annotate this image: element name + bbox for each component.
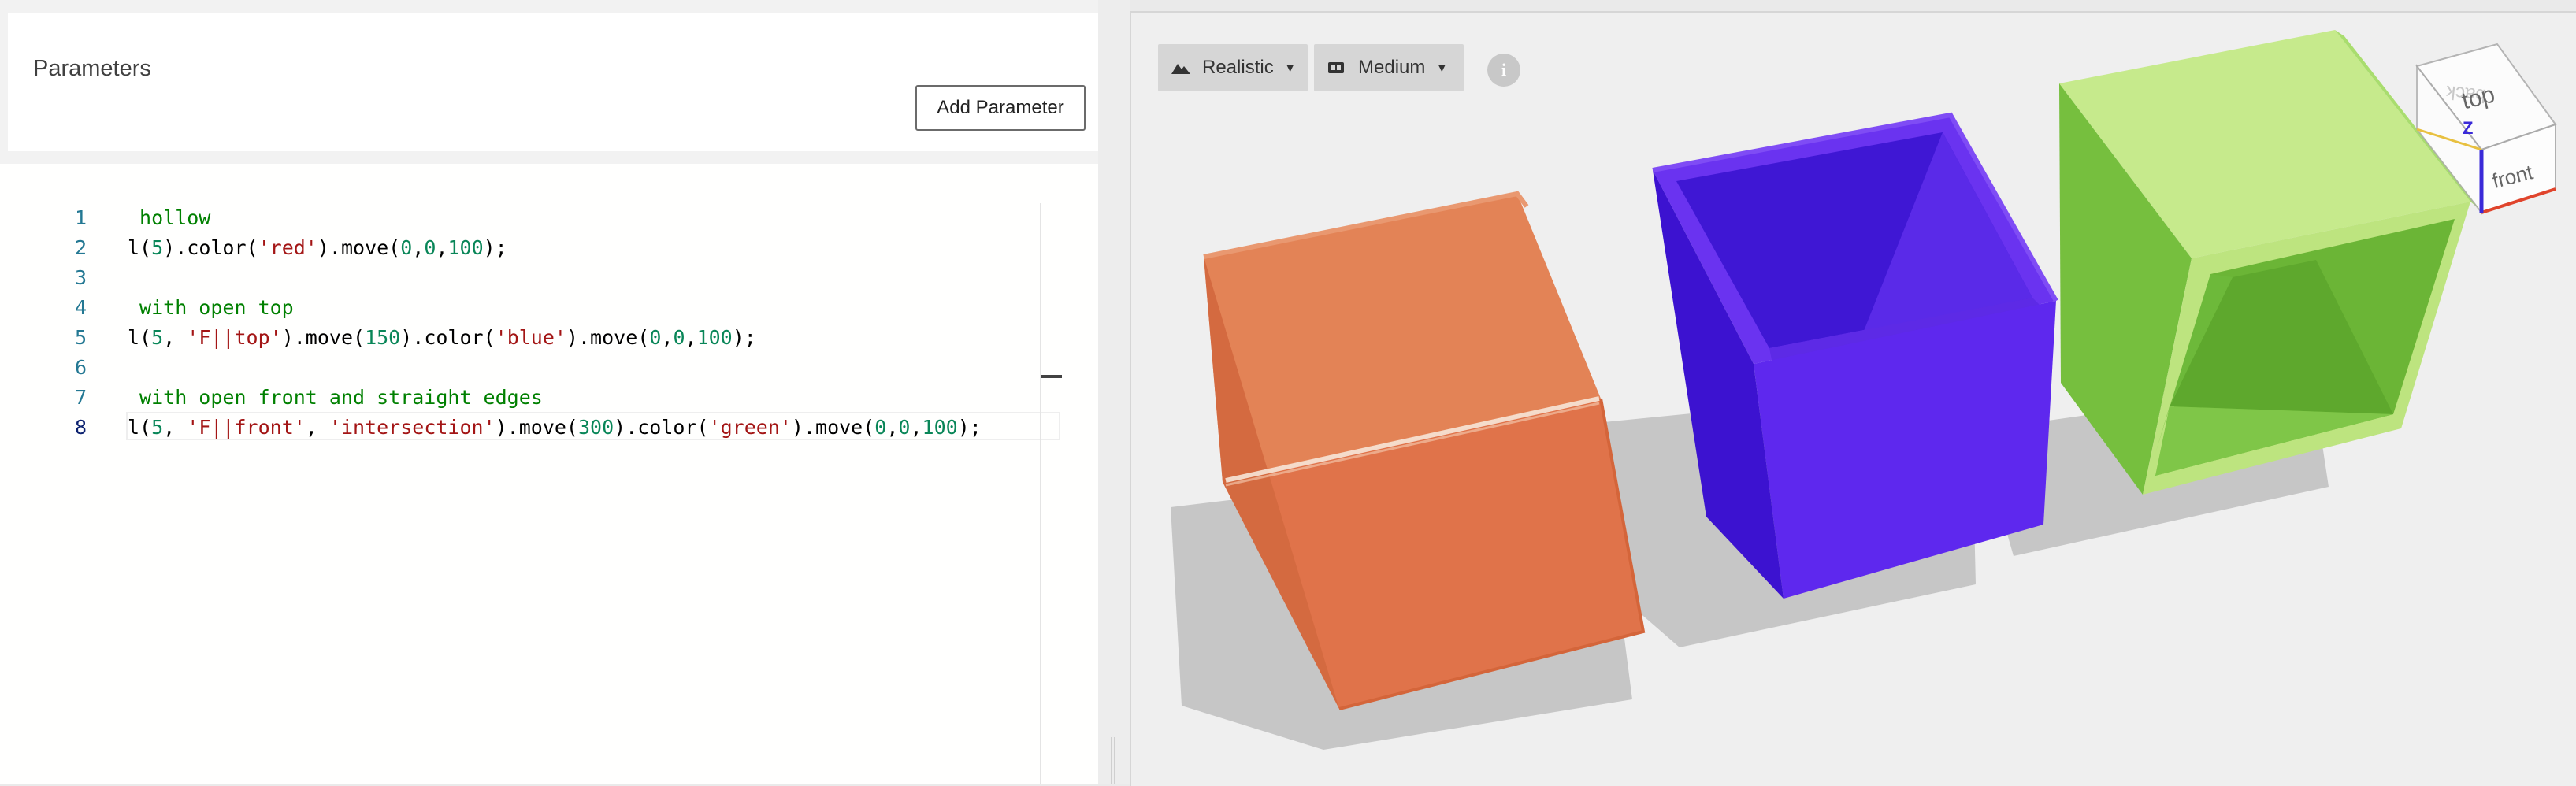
- code-line[interactable]: 3: [0, 263, 1098, 293]
- line-number: 5: [74, 326, 87, 349]
- code-token: 'F||top': [187, 326, 282, 349]
- code-token: ).color(: [163, 236, 258, 259]
- code-token: );: [732, 326, 756, 349]
- line-number: 1: [74, 206, 87, 229]
- code-token: 0: [649, 326, 662, 349]
- 3d-scene[interactable]: back top front Z: [1131, 13, 2576, 786]
- render-mode-label: Realistic: [1202, 57, 1274, 78]
- code-token: 5: [151, 326, 164, 349]
- code-token: ).move(: [281, 326, 366, 349]
- code-line[interactable]: 6: [0, 353, 1098, 383]
- code-token: ,: [685, 326, 697, 349]
- code-token: 'red': [258, 236, 317, 259]
- code-token: ).move(: [317, 236, 401, 259]
- left-pane: Parameters Add Parameter 1 hollow 2 l(5).c…: [0, 0, 1098, 784]
- code-token: ,: [412, 236, 425, 259]
- line-number: 3: [74, 266, 87, 289]
- mountain-icon: [1171, 64, 1190, 74]
- code-text: hollow: [128, 203, 210, 233]
- code-token: with open front and straight edges: [128, 386, 543, 409]
- divider-grip[interactable]: [1111, 737, 1115, 784]
- code-token: l(: [128, 236, 152, 259]
- render-mode-dropdown[interactable]: Realistic ▼: [1158, 44, 1308, 91]
- line-number: 6: [74, 356, 87, 379]
- quality-dropdown[interactable]: Medium ▼: [1314, 44, 1464, 91]
- code-token: 0: [424, 236, 436, 259]
- code-line[interactable]: 5 l(5, 'F||top').move(150).color('blue').…: [0, 323, 1098, 353]
- code-line[interactable]: 4 with open top: [0, 293, 1098, 323]
- overview-ruler-marker: [1041, 375, 1062, 378]
- line-number: 4: [74, 296, 87, 319]
- code-token: 5: [151, 236, 164, 259]
- editor-scrollbar[interactable]: [1040, 203, 1061, 784]
- current-line-highlight: [126, 412, 1060, 440]
- code-line[interactable]: 1 hollow: [0, 203, 1098, 233]
- code-token: l(: [128, 326, 152, 349]
- chevron-down-icon: ▼: [1436, 61, 1448, 74]
- 3d-viewport[interactable]: back top front Z Realistic ▼ Medium ▼ i: [1130, 11, 2576, 786]
- pane-divider[interactable]: [1098, 0, 1130, 784]
- view-cube-z-label: Z: [2463, 118, 2473, 138]
- line-number: 8: [74, 416, 87, 439]
- line-number: 7: [74, 386, 87, 409]
- code-token: ).color(: [400, 326, 496, 349]
- code-text: l(5).color('red').move(0,0,100);: [128, 233, 507, 263]
- code-token: ,: [436, 236, 448, 259]
- code-editor[interactable]: 1 hollow 2 l(5).color('red').move(0,0,100)…: [0, 164, 1098, 784]
- code-line[interactable]: 7 with open front and straight edges: [0, 383, 1098, 413]
- info-icon[interactable]: i: [1487, 54, 1520, 87]
- chevron-down-icon: ▼: [1284, 61, 1296, 74]
- code-token: );: [483, 236, 507, 259]
- code-token: with open top: [128, 296, 294, 319]
- code-token: ).move(: [566, 326, 650, 349]
- line-number: 2: [74, 236, 87, 259]
- code-text: with open top: [128, 293, 294, 323]
- add-parameter-button[interactable]: Add Parameter: [915, 85, 1086, 131]
- code-token: 150: [365, 326, 401, 349]
- code-text: with open front and straight edges: [128, 383, 543, 413]
- code-text: l(5, 'F||top').move(150).color('blue').m…: [128, 323, 756, 353]
- code-token: ,: [163, 326, 187, 349]
- code-token: 0: [400, 236, 413, 259]
- hd-quality-icon: [1328, 62, 1344, 73]
- code-token: 100: [447, 236, 484, 259]
- parameters-title: Parameters: [33, 56, 151, 81]
- quality-label: Medium: [1358, 57, 1426, 78]
- code-token: 100: [696, 326, 733, 349]
- parameters-panel: Parameters Add Parameter: [8, 13, 1098, 151]
- code-line[interactable]: 2 l(5).color('red').move(0,0,100);: [0, 233, 1098, 263]
- code-token: hollow: [128, 206, 211, 229]
- code-token: 0: [673, 326, 685, 349]
- code-token: ,: [661, 326, 674, 349]
- code-token: 'blue': [495, 326, 566, 349]
